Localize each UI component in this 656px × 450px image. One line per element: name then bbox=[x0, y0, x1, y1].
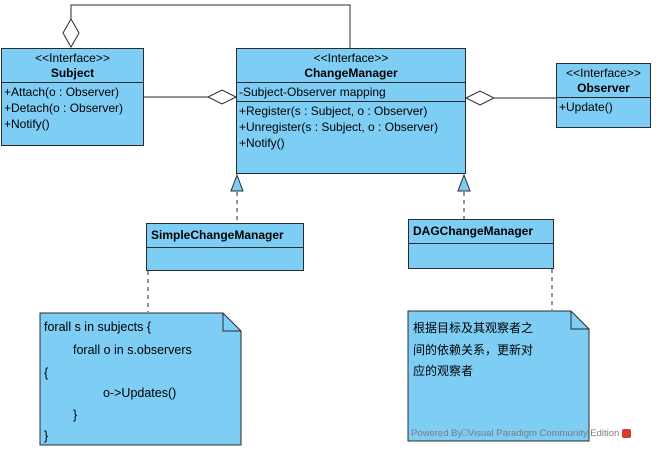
simplechangemanager-name: SimpleChangeManager bbox=[151, 228, 284, 242]
note-line: 间的依赖关系，更新对 bbox=[413, 343, 534, 357]
observer-name: Observer bbox=[577, 81, 630, 95]
dag-realization-arrowhead bbox=[457, 173, 471, 192]
aggregation-diamond-subject-top bbox=[62, 17, 80, 49]
note-line: 根据目标及其观察者之 bbox=[413, 321, 534, 335]
watermark-text: Powered By⎕Visual Paradigm Community Edi… bbox=[411, 428, 620, 439]
observer-header: <<Interface>> Observer bbox=[557, 64, 650, 98]
observer-stereotype: <<Interface>> bbox=[566, 66, 641, 80]
note-line: forall s in subjects { bbox=[44, 320, 151, 334]
subject-interface-box[interactable]: <<Interface>> Subject +Attach(o : Observ… bbox=[1, 48, 144, 146]
changemanager-attribute: -Subject-Observer mapping bbox=[239, 85, 386, 99]
simple-realization-arrowhead bbox=[230, 173, 244, 192]
visual-paradigm-logo-icon bbox=[622, 428, 632, 438]
dagchangemanager-class-box[interactable]: DAGChangeManager bbox=[408, 219, 554, 269]
changemanager-operation: +Unregister(s : Subject, o : Observer) bbox=[239, 120, 439, 134]
observer-interface-box[interactable]: <<Interface>> Observer +Update() bbox=[556, 63, 651, 128]
subject-header: <<Interface>> Subject bbox=[2, 49, 143, 83]
aggregation-diamond-changemanager-right bbox=[464, 90, 496, 106]
note-line: o->Updates() bbox=[103, 386, 177, 400]
subject-operation: +Attach(o : Observer) bbox=[4, 85, 120, 99]
simplechangemanager-class-box[interactable]: SimpleChangeManager bbox=[146, 223, 304, 271]
subject-operation: +Detach(o : Observer) bbox=[4, 101, 124, 115]
subject-changemanager-loop-line bbox=[70, 4, 351, 48]
changemanager-interface-box[interactable]: <<Interface>> ChangeManager -Subject-Obs… bbox=[236, 48, 466, 174]
changemanager-attributes: -Subject-Observer mapping bbox=[237, 83, 465, 102]
subject-operations: +Attach(o : Observer) +Detach(o : Observ… bbox=[2, 83, 143, 133]
changemanager-name: ChangeManager bbox=[304, 66, 398, 80]
changemanager-header: <<Interface>> ChangeManager bbox=[237, 49, 465, 83]
subject-stereotype: <<Interface>> bbox=[35, 51, 110, 65]
aggregation-diamond-changemanager-left bbox=[206, 89, 238, 105]
changemanager-operation: +Register(s : Subject, o : Observer) bbox=[239, 104, 428, 118]
watermark: Powered By⎕Visual Paradigm Community Edi… bbox=[411, 428, 632, 439]
dag-note[interactable]: 根据目标及其观察者之 间的依赖关系，更新对 应的观察者 bbox=[408, 311, 589, 441]
note-line: } bbox=[73, 408, 78, 422]
dagchangemanager-header: DAGChangeManager bbox=[409, 220, 553, 244]
simple-note[interactable]: forall s in subjects { forall o in s.obs… bbox=[40, 313, 241, 445]
note-line: } bbox=[44, 429, 49, 443]
observer-operations: +Update() bbox=[557, 98, 650, 116]
note-line: forall o in s.observers bbox=[73, 343, 192, 357]
note-line: { bbox=[44, 366, 49, 380]
observer-operation: +Update() bbox=[559, 100, 613, 114]
changemanager-stereotype: <<Interface>> bbox=[313, 51, 389, 65]
changemanager-operation: +Notify() bbox=[239, 136, 285, 150]
dagchangemanager-name: DAGChangeManager bbox=[413, 224, 534, 238]
subject-name: Subject bbox=[50, 66, 95, 80]
subject-operation: +Notify() bbox=[4, 117, 50, 131]
changemanager-operations: +Register(s : Subject, o : Observer) +Un… bbox=[237, 102, 465, 152]
note-line: 应的观察者 bbox=[413, 364, 474, 378]
simplechangemanager-header: SimpleChangeManager bbox=[147, 224, 303, 248]
